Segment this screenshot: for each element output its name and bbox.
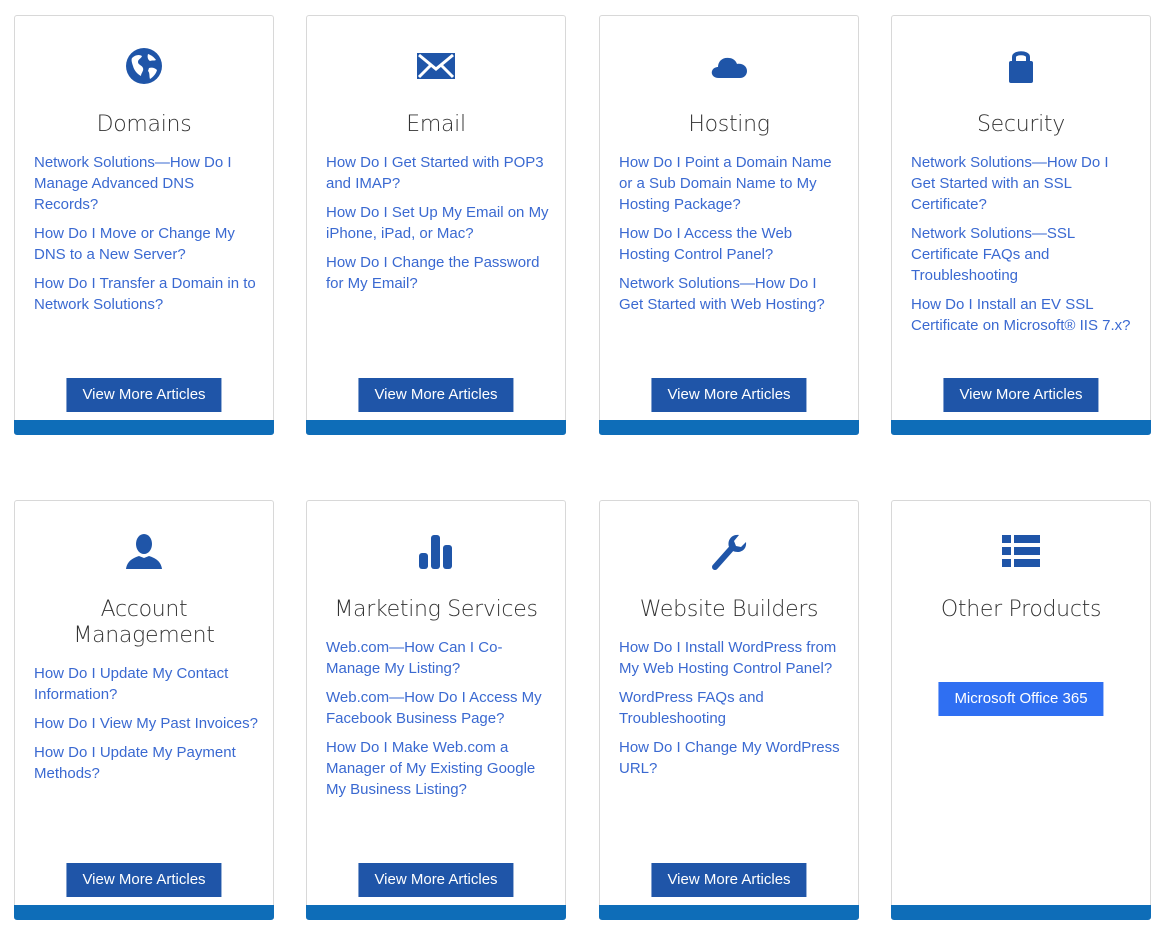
article-list: How Do I Get Started with POP3 and IMAP?… [326,152,551,302]
card-security: Security Network Solutions—How Do I Get … [891,15,1151,435]
article-link[interactable]: How Do I Move or Change My DNS to a New … [34,223,259,265]
article-link[interactable]: WordPress FAQs and Troubleshooting [619,687,844,729]
article-link[interactable]: How Do I Access the Web Hosting Control … [619,223,844,265]
envelope-icon [416,46,456,86]
card-footer-bar [14,420,274,435]
article-list: How Do I Install WordPress from My Web H… [619,637,844,787]
card-account-management: Account Management How Do I Update My Co… [14,500,274,920]
article-link[interactable]: How Do I Make Web.com a Manager of My Ex… [326,737,551,800]
view-more-articles-button[interactable]: View More Articles [358,863,514,897]
card-footer-bar [306,420,566,435]
lock-icon [1001,46,1041,86]
view-more-articles-button[interactable]: View More Articles [651,863,807,897]
view-more-articles-button[interactable]: View More Articles [943,378,1099,412]
card-email: Email How Do I Get Started with POP3 and… [306,15,566,435]
article-link[interactable]: How Do I Install WordPress from My Web H… [619,637,844,679]
card-other-products: Other Products Microsoft Office 365 [891,500,1151,920]
card-footer-bar [891,420,1151,435]
card-footer-bar [599,420,859,435]
card-title: Domains [96,112,192,137]
card-title: Website Builders [639,597,819,622]
microsoft-office-365-button[interactable]: Microsoft Office 365 [938,682,1104,716]
card-hosting: Hosting How Do I Point a Domain Name or … [599,15,859,435]
card-domains: Domains Network Solutions—How Do I Manag… [14,15,274,435]
wrench-icon [709,531,749,571]
card-title: Security [977,112,1065,137]
card-title: Marketing Services [334,597,538,622]
article-link[interactable]: Network Solutions—How Do I Manage Advanc… [34,152,259,215]
card-title: Hosting [688,112,770,137]
card-footer-bar [14,905,274,920]
article-link[interactable]: Web.com—How Can I Co-Manage My Listing? [326,637,551,679]
article-list: Network Solutions—How Do I Manage Advanc… [34,152,259,323]
globe-icon [124,46,164,86]
card-footer-bar [599,905,859,920]
article-link[interactable]: How Do I Change the Password for My Emai… [326,252,551,294]
article-link[interactable]: How Do I Update My Contact Information? [34,663,259,705]
card-title: Other Products [940,597,1102,622]
view-more-articles-button[interactable]: View More Articles [358,378,514,412]
article-link[interactable]: How Do I Transfer a Domain in to Network… [34,273,259,315]
article-link[interactable]: How Do I Get Started with POP3 and IMAP? [326,152,551,194]
article-link[interactable]: How Do I Change My WordPress URL? [619,737,844,779]
article-link[interactable]: How Do I Set Up My Email on My iPhone, i… [326,202,551,244]
card-marketing-services: Marketing Services Web.com—How Can I Co-… [306,500,566,920]
user-icon [124,531,164,571]
article-link[interactable]: How Do I Point a Domain Name or a Sub Do… [619,152,844,215]
article-link[interactable]: Network Solutions—How Do I Get Started w… [911,152,1136,215]
card-title: Account Management [73,597,215,648]
article-link[interactable]: Network Solutions—How Do I Get Started w… [619,273,844,315]
article-link[interactable]: Web.com—How Do I Access My Facebook Busi… [326,687,551,729]
article-list: Web.com—How Can I Co-Manage My Listing? … [326,637,551,808]
list-icon [1001,531,1041,571]
card-title: Email [406,112,466,137]
cloud-icon [709,46,749,86]
card-footer-bar [306,905,566,920]
view-more-articles-button[interactable]: View More Articles [66,378,222,412]
article-list: How Do I Update My Contact Information? … [34,663,259,792]
view-more-articles-button[interactable]: View More Articles [66,863,222,897]
article-link[interactable]: How Do I View My Past Invoices? [34,713,259,734]
article-link[interactable]: How Do I Install an EV SSL Certificate o… [911,294,1136,336]
card-website-builders: Website Builders How Do I Install WordPr… [599,500,859,920]
view-more-articles-button[interactable]: View More Articles [651,378,807,412]
article-link[interactable]: How Do I Update My Payment Methods? [34,742,259,784]
article-list: How Do I Point a Domain Name or a Sub Do… [619,152,844,323]
bar-chart-icon [416,531,456,571]
article-list: Network Solutions—How Do I Get Started w… [911,152,1136,344]
card-footer-bar [891,905,1151,920]
article-link[interactable]: Network Solutions—SSL Certificate FAQs a… [911,223,1136,286]
